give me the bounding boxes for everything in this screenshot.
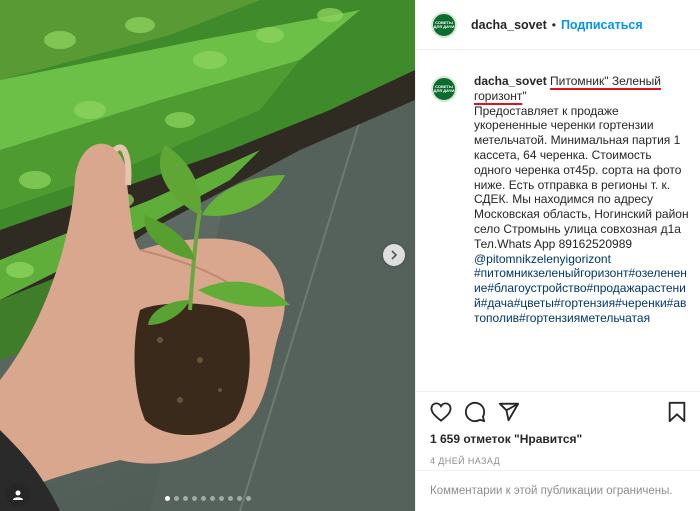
carousel-dot [164, 496, 170, 501]
caption-title-part1: Питомник" Зеленый [550, 74, 661, 88]
like-button[interactable] [430, 402, 452, 422]
caption-title-end: " [522, 88, 527, 103]
caption-phone: Тел.Whats App 89162520989 [474, 236, 633, 251]
carousel-dot [182, 496, 188, 501]
carousel-dot [191, 496, 197, 501]
comment-icon [464, 401, 486, 423]
avatar-text: СОВЕТЫ ДЛЯ ДАЧИ [433, 19, 455, 29]
action-bar [416, 392, 700, 432]
carousel-indicator [0, 496, 415, 501]
follow-button[interactable]: Подписаться [561, 18, 643, 32]
carousel-dot [173, 496, 179, 501]
post-sidebar: СОВЕТЫ ДЛЯ ДАЧИ dacha_sovet • Подписатьс… [415, 0, 700, 511]
chevron-right-icon [391, 250, 398, 260]
carousel-dot [245, 496, 251, 501]
carousel-dot [236, 496, 242, 501]
save-button[interactable] [667, 401, 687, 423]
caption-title-part2: горизонт [474, 88, 523, 103]
username-link[interactable]: dacha_sovet [471, 18, 547, 32]
avatar-text: СОВЕТЫ ДЛЯ ДАЧИ [433, 84, 455, 93]
tagged-users-button[interactable] [6, 483, 30, 507]
comments-disabled-notice: Комментарии к этой публикации ограничены… [416, 470, 700, 511]
seedling-photo [0, 0, 415, 511]
carousel-dot [218, 496, 224, 501]
bookmark-icon [668, 401, 686, 423]
post-header: СОВЕТЫ ДЛЯ ДАЧИ dacha_sovet • Подписатьс… [416, 0, 700, 50]
post-date[interactable]: 4 ДНЕЙ НАЗАД [416, 456, 700, 466]
likes-count[interactable]: 1 659 отметок "Нравится" [416, 432, 700, 446]
caption-text: Предоставляет к продаже укорененные чере… [474, 103, 689, 236]
avatar[interactable]: СОВЕТЫ ДЛЯ ДАЧИ [431, 11, 457, 38]
carousel-dot [227, 496, 233, 501]
caption-mention-link[interactable]: @pitomnikzelenyigorizont [474, 252, 690, 267]
caption-hashtags[interactable]: #питомникзеленыйгоризонт#озеленение#благ… [474, 266, 690, 325]
heart-icon [430, 402, 452, 422]
caption-username[interactable]: dacha_sovet [474, 74, 547, 88]
post-photo[interactable] [0, 0, 415, 511]
header-separator: • [551, 17, 556, 32]
comment-button[interactable] [464, 401, 486, 423]
user-tag-icon [13, 490, 23, 500]
post-caption: СОВЕТЫ ДЛЯ ДАЧИ dacha_sovet Питомник" Зе… [431, 74, 690, 392]
caption-body: dacha_sovet Питомник" Зеленый горизонт" … [474, 74, 690, 326]
carousel-dot [200, 496, 206, 501]
avatar[interactable]: СОВЕТЫ ДЛЯ ДАЧИ [431, 76, 457, 102]
carousel-dot [209, 496, 215, 501]
next-photo-button[interactable] [383, 244, 405, 266]
share-icon [498, 402, 520, 422]
post-actions-section: 1 659 отметок "Нравится" 4 ДНЕЙ НАЗАД [416, 391, 700, 466]
share-button[interactable] [498, 401, 520, 423]
